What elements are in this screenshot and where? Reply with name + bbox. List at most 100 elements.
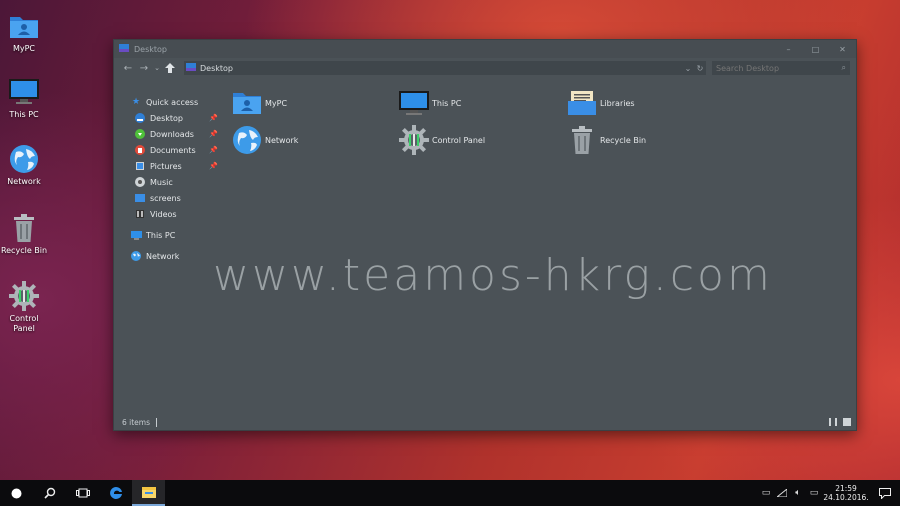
nav-item-music[interactable]: Music (114, 174, 226, 190)
taskbar: ▭ 🔈︎ ▭ 21:59 24.10.2016. (0, 480, 900, 506)
desktop-icon-control-panel[interactable]: Control Panel (0, 280, 48, 334)
pictures-icon (134, 160, 146, 172)
file-item-control-panel[interactable]: Control Panel (398, 123, 485, 157)
file-item-label: MyPC (265, 98, 288, 108)
nav-item-documents[interactable]: Documents 📌 (114, 142, 226, 158)
address-row: ← → ⌄ Desktop ⌄ ↻ ⌕ (114, 58, 856, 78)
file-explorer-icon[interactable] (132, 480, 165, 506)
window-title: Desktop (134, 44, 167, 54)
monitor-icon (130, 229, 142, 241)
explorer-window[interactable]: Desktop – □ ✕ ← → ⌄ Desktop ⌄ ↻ ⌕ ★ (113, 39, 857, 431)
clock-date: 24.10.2016. (823, 493, 869, 502)
file-item-mypc[interactable]: MyPC (231, 86, 287, 120)
globe-icon (8, 143, 40, 175)
videos-icon (134, 208, 146, 220)
nav-item-screens[interactable]: screens (114, 190, 226, 206)
file-item-libraries[interactable]: Libraries (566, 86, 635, 120)
file-item-label: This PC (432, 98, 462, 108)
desktop-icon-recycle-bin[interactable]: Recycle Bin (0, 212, 48, 256)
file-item-label: Libraries (600, 98, 635, 108)
nav-label: Quick access (146, 97, 199, 107)
address-path: Desktop (200, 63, 233, 73)
libraries-icon (566, 87, 598, 119)
documents-icon (134, 144, 146, 156)
star-icon: ★ (131, 97, 141, 107)
wifi-icon[interactable] (774, 489, 790, 497)
pin-icon[interactable]: 📌 (209, 130, 218, 138)
forward-arrow-icon[interactable]: → (136, 60, 152, 76)
nav-label: Videos (150, 209, 177, 219)
search-input[interactable] (716, 63, 826, 73)
desktop-icon-label: Control Panel (9, 314, 39, 333)
refresh-icon[interactable]: ↻ (694, 64, 706, 73)
title-bar[interactable]: Desktop – □ ✕ (114, 40, 856, 58)
monitor-icon (398, 87, 430, 119)
clock-time: 21:59 (835, 484, 857, 493)
desktop-icon-label: Recycle Bin (0, 246, 48, 255)
nav-quick-access[interactable]: ★ Quick access (114, 94, 226, 110)
nav-this-pc[interactable]: This PC (114, 227, 226, 243)
downloads-icon (134, 128, 146, 140)
desktop-icon-mypc[interactable]: MyPC (0, 10, 48, 54)
close-button[interactable]: ✕ (829, 40, 856, 58)
file-list[interactable]: MyPC This PC Libraries Network Control P… (226, 80, 856, 414)
file-item-recycle-bin[interactable]: Recycle Bin (566, 123, 646, 157)
nav-label: Desktop (150, 113, 183, 123)
desktop-icon-label: Network (7, 177, 41, 186)
search-icon[interactable] (33, 480, 66, 506)
nav-item-videos[interactable]: Videos (114, 206, 226, 222)
address-dropdown-icon[interactable]: ⌄ (682, 64, 694, 73)
trash-icon (566, 124, 598, 156)
desktop-icon-this-pc[interactable]: This PC (0, 76, 48, 120)
trash-icon (8, 212, 40, 244)
pin-icon[interactable]: 📌 (209, 146, 218, 154)
item-count: 6 items (122, 417, 151, 427)
desktop-icon-label: This PC (9, 110, 39, 119)
address-folder-icon (186, 63, 196, 73)
desktop-icon-label: MyPC (12, 44, 36, 53)
file-item-network[interactable]: Network (231, 123, 298, 157)
nav-label: Downloads (150, 129, 194, 139)
nav-item-desktop[interactable]: Desktop 📌 (114, 110, 226, 126)
pin-icon[interactable]: 📌 (209, 162, 218, 170)
pin-icon[interactable]: 📌 (209, 114, 218, 122)
action-center-icon[interactable] (870, 487, 900, 499)
globe-icon (231, 124, 263, 156)
up-arrow-icon[interactable] (162, 60, 178, 76)
system-tray: ▭ 🔈︎ ▭ 21:59 24.10.2016. (758, 480, 900, 506)
recent-locations-chevron-icon[interactable]: ⌄ (152, 60, 162, 76)
volume-icon[interactable]: 🔈︎ (790, 488, 806, 498)
search-icon[interactable]: ⌕ (842, 63, 846, 73)
minimize-button[interactable]: – (775, 40, 802, 58)
nav-label: Pictures (150, 161, 182, 171)
edge-browser-icon[interactable] (99, 480, 132, 506)
back-arrow-icon[interactable]: ← (120, 60, 136, 76)
window-folder-icon (119, 44, 129, 54)
clock[interactable]: 21:59 24.10.2016. (822, 484, 870, 502)
nav-item-downloads[interactable]: Downloads 📌 (114, 126, 226, 142)
desktop-folder-icon (134, 112, 146, 124)
desktop-icon-network[interactable]: Network (0, 143, 48, 187)
address-bar[interactable]: Desktop ⌄ ↻ (184, 61, 706, 75)
status-separator (156, 417, 158, 427)
globe-icon (130, 250, 142, 262)
navigation-pane: ★ Quick access Desktop 📌 Downloads 📌 Doc… (114, 80, 226, 414)
task-view-icon[interactable] (66, 480, 99, 506)
folder-icon (134, 192, 146, 204)
blue-user-folder-icon (231, 87, 263, 119)
gear-panel-icon (8, 280, 40, 312)
details-view-icon[interactable] (829, 418, 837, 426)
nav-item-pictures[interactable]: Pictures 📌 (114, 158, 226, 174)
nav-network[interactable]: Network (114, 248, 226, 264)
maximize-button[interactable]: □ (802, 40, 829, 58)
battery-icon[interactable]: ▭ (758, 488, 774, 498)
nav-label: Music (150, 177, 173, 187)
blue-user-folder-icon (8, 10, 40, 42)
file-item-label: Network (265, 135, 299, 145)
file-item-this-pc[interactable]: This PC (398, 86, 461, 120)
nav-label: Documents (150, 145, 196, 155)
large-icons-view-icon[interactable] (843, 418, 851, 426)
start-button[interactable] (0, 480, 33, 506)
keyboard-icon[interactable]: ▭ (806, 488, 822, 498)
search-box[interactable]: ⌕ (712, 61, 850, 75)
